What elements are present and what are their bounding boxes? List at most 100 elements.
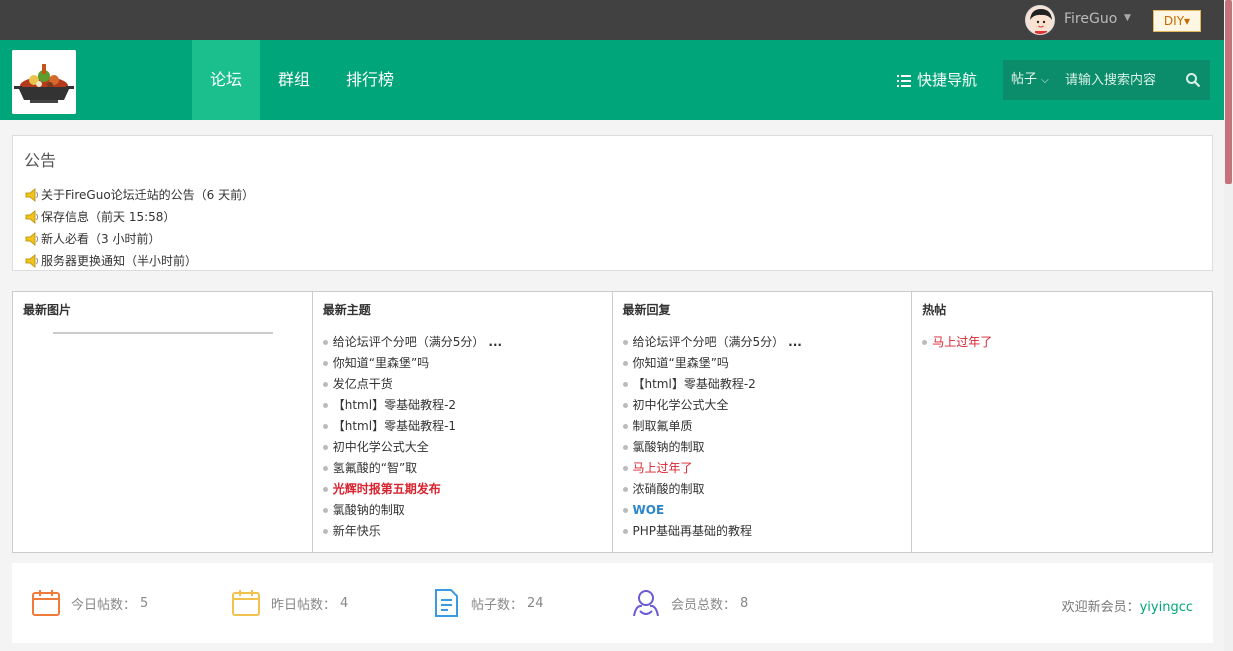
calendar-today-icon — [32, 590, 60, 616]
latest-replies-list: 给论坛评个分吧（满分5分）... 你知道“里森堡”吗【html】零基础教程-2 初中… — [623, 332, 802, 542]
list-item[interactable]: PHP基础再基础的教程 — [623, 521, 802, 542]
list-item[interactable]: 新年快乐 — [323, 521, 502, 542]
logo-hotpot[interactable] — [12, 50, 76, 114]
list-item[interactable]: WOE — [623, 500, 802, 521]
stat-today-label: 今日帖数： — [71, 597, 137, 613]
latest-topics-column: 最新主题 给论坛评个分吧（满分5分）... 你知道“里森堡”吗 发亿点干货 【html… — [313, 292, 613, 552]
list-item[interactable]: 制取氟单质 — [623, 416, 802, 437]
list-item[interactable]: 浓硝酸的制取 — [623, 479, 802, 500]
list-item[interactable]: 给论坛评个分吧（满分5分）... — [323, 332, 502, 353]
horn-icon — [25, 232, 38, 246]
list-item[interactable]: 马上过年了 — [623, 458, 802, 479]
nav-item-groups[interactable]: 群组 — [266, 40, 322, 120]
stat-yesterday-value: 4 — [340, 595, 349, 611]
horn-icon — [25, 210, 38, 224]
top-bar: FireGuo ▼ DIY▾ — [0, 0, 1224, 40]
list-item[interactable]: 氯酸钠的制取 — [623, 437, 802, 458]
latest-topics-title: 最新主题 — [322, 303, 371, 317]
list-icon — [897, 74, 911, 87]
list-item[interactable]: 初中化学公式大全 — [323, 437, 502, 458]
stat-yesterday-label: 昨日帖数： — [271, 597, 337, 613]
username-label[interactable]: FireGuo — [1064, 11, 1117, 27]
page-scrollbar[interactable] — [1224, 0, 1233, 651]
horn-icon — [25, 254, 38, 268]
list-item[interactable]: 光辉时报第五期发布 — [323, 479, 502, 500]
list-item-text: 新年快乐 — [332, 524, 381, 538]
list-item-text: 氯酸钠的制取 — [332, 503, 405, 517]
list-item-text: 发亿点干货 — [332, 377, 393, 391]
hot-posts-title: 热帖 — [922, 303, 947, 317]
hot-posts-column: 热帖 马上过年了 — [912, 292, 1212, 552]
members-icon — [633, 590, 659, 617]
nav-item-forum[interactable]: 论坛 — [192, 40, 260, 120]
notice-item[interactable]: 保存信息（前天 15:58） — [24, 206, 254, 228]
list-item[interactable]: 发亿点干货 — [323, 374, 502, 395]
chevron-down-icon[interactable]: ▼ — [1124, 13, 1131, 23]
notice-item[interactable]: 服务器更换通知（半小时前） — [24, 250, 254, 272]
stat-total-posts: 帖子数： 24 — [430, 587, 544, 619]
latest-replies-column: 最新回复 给论坛评个分吧（满分5分）... 你知道“里森堡”吗【html】零基础教… — [613, 292, 913, 552]
list-item[interactable]: 初中化学公式大全 — [623, 395, 802, 416]
list-item-text: 氯酸钠的制取 — [632, 440, 705, 454]
calendar-yesterday-icon — [232, 590, 260, 616]
scrollbar-thumb[interactable] — [1225, 0, 1232, 184]
notice-text: 关于FireGuo论坛迁站的公告（6 天前） — [41, 188, 255, 202]
notice-text: 新人必看（3 小时前） — [41, 232, 161, 246]
list-item-text: 【html】零基础教程-2 — [632, 377, 756, 391]
list-item-text: 给论坛评个分吧（满分5分） — [332, 335, 485, 349]
latest-replies-title: 最新回复 — [622, 303, 671, 317]
quick-nav-label: 快捷导航 — [917, 71, 978, 89]
list-item-text: 初中化学公式大全 — [332, 440, 429, 454]
hot-posts-list: 马上过年了 — [922, 332, 992, 353]
notice-panel: 公告 关于FireGuo论坛迁站的公告（6 天前） 保存信息（前天 15:58）… — [12, 135, 1213, 271]
list-item[interactable]: 氯酸钠的制取 — [323, 500, 502, 521]
list-item-text: 初中化学公式大全 — [632, 398, 729, 412]
list-item-text: 你知道“里森堡”吗 — [632, 356, 729, 370]
list-item[interactable]: 【html】零基础教程-2 — [323, 395, 502, 416]
notice-item[interactable]: 关于FireGuo论坛迁站的公告（6 天前） — [24, 184, 254, 206]
notice-text: 保存信息（前天 15:58） — [41, 210, 176, 224]
latest-images-column: 最新图片 — [13, 292, 313, 552]
search-icon[interactable] — [1185, 72, 1201, 88]
user-avatar[interactable] — [1025, 5, 1055, 35]
list-item-text: 光辉时报第五期发布 — [332, 482, 441, 496]
latest-images-title: 最新图片 — [23, 303, 72, 317]
stat-yesterday-posts: 昨日帖数： 4 — [230, 587, 348, 619]
list-item-text: 氢氟酸的“智”取 — [332, 461, 418, 475]
nav-ranking-label: 排行榜 — [345, 70, 394, 89]
stat-today-value: 5 — [140, 595, 149, 611]
latest-topics-list: 给论坛评个分吧（满分5分）... 你知道“里森堡”吗 发亿点干货 【html】零基础教… — [323, 332, 502, 542]
diy-button[interactable]: DIY▾ — [1153, 10, 1201, 32]
stat-total-members: 会员总数： 8 — [630, 587, 748, 619]
list-item-text: 【html】零基础教程-2 — [332, 398, 457, 412]
forum-overview-panel: 最新图片 最新主题 给论坛评个分吧（满分5分）... 你知道“里森堡”吗 发亿点干货… — [12, 291, 1213, 553]
notice-title: 公告 — [24, 151, 57, 170]
new-member-link[interactable]: yiyingcc — [1140, 600, 1193, 615]
search-input[interactable] — [1065, 68, 1175, 92]
stat-posts-value: 24 — [527, 595, 544, 611]
document-icon — [435, 589, 458, 617]
list-item[interactable]: 氢氟酸的“智”取 — [323, 458, 502, 479]
list-item[interactable]: 【html】零基础教程-2 — [623, 374, 802, 395]
list-item[interactable]: 你知道“里森堡”吗 — [323, 353, 502, 374]
list-item-text: WOE — [632, 503, 665, 517]
quick-nav-button[interactable]: 快捷导航 — [897, 40, 977, 120]
main-nav: 论坛 群组 排行榜 快捷导航 帖子 ⌵ — [0, 40, 1224, 120]
nav-groups-label: 群组 — [277, 70, 310, 89]
list-item-more: ... — [788, 335, 802, 349]
nav-forum-label: 论坛 — [209, 70, 242, 89]
list-item-text: 浓硝酸的制取 — [632, 482, 705, 496]
notice-text: 服务器更换通知（半小时前） — [41, 254, 198, 268]
list-item-more: ... — [488, 335, 503, 349]
list-item[interactable]: 你知道“里森堡”吗 — [623, 353, 802, 374]
list-item[interactable]: 马上过年了 — [922, 332, 992, 353]
list-item[interactable]: 【html】零基础教程-1 — [323, 416, 502, 437]
notice-item[interactable]: 新人必看（3 小时前） — [24, 228, 254, 250]
nav-item-ranking[interactable]: 排行榜 — [340, 40, 400, 120]
list-item[interactable]: 给论坛评个分吧（满分5分）... — [623, 332, 802, 353]
search-type-select[interactable]: 帖子 ⌵ — [1011, 60, 1049, 101]
image-slider-placeholder — [53, 332, 273, 334]
list-item-text: 马上过年了 — [932, 335, 993, 349]
search-type-label: 帖子 — [1011, 72, 1038, 87]
stat-today-posts: 今日帖数： 5 — [30, 587, 148, 619]
